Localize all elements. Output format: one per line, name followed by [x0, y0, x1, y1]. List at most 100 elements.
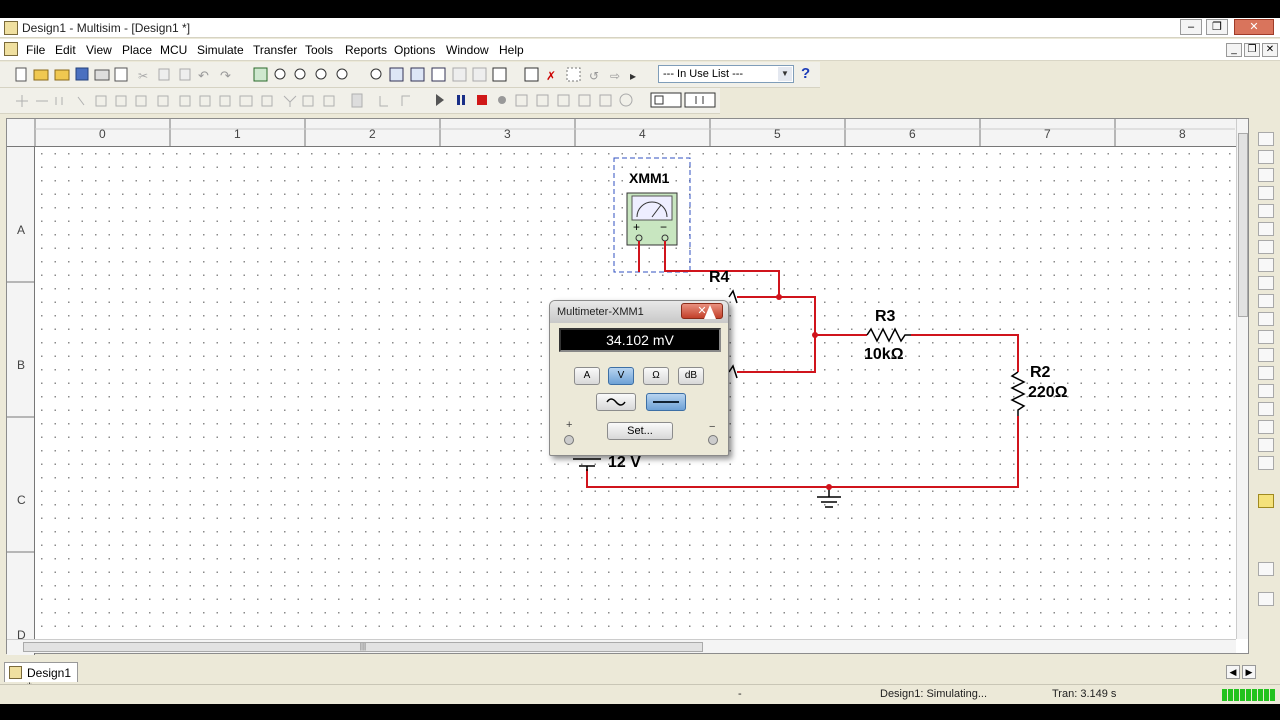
function-generator-tool-icon[interactable]: [1258, 150, 1274, 164]
multimeter-close-button[interactable]: ✕: [681, 303, 723, 319]
current-probe-tool-icon[interactable]: [1258, 562, 1274, 576]
spectrum-analyzer-tool-icon[interactable]: [1258, 348, 1274, 362]
fullscreen-icon[interactable]: [253, 67, 268, 82]
zoom-out-icon[interactable]: [294, 68, 306, 80]
analysis-icon[interactable]: [684, 92, 716, 108]
undo-icon[interactable]: ↶: [198, 68, 209, 83]
multimeter-dialog[interactable]: Multimeter-XMM1 ✕ 34.102 mV A V Ω dB Set…: [549, 300, 729, 456]
pause-at-next-icon[interactable]: [498, 96, 506, 104]
resistor-r2[interactable]: [1010, 371, 1026, 416]
breadboard-icon[interactable]: [524, 67, 539, 82]
help-icon[interactable]: ?: [801, 65, 810, 82]
probe-tool-icon[interactable]: [1258, 592, 1274, 606]
back-annotate-icon[interactable]: ↺: [589, 69, 599, 83]
menu-window[interactable]: Window: [446, 43, 489, 57]
agilent-generator-tool-icon[interactable]: [1258, 384, 1274, 398]
ac-mode-button[interactable]: [596, 393, 636, 411]
frequency-counter-tool-icon[interactable]: [1258, 240, 1274, 254]
erc-clear-icon[interactable]: [566, 67, 581, 82]
menu-view[interactable]: View: [86, 43, 112, 57]
dc-mode-button[interactable]: [646, 393, 686, 411]
save-icon[interactable]: [75, 67, 89, 81]
zoom-fit-icon[interactable]: [336, 68, 348, 80]
find-icon[interactable]: [370, 68, 382, 80]
open-sample-icon[interactable]: [54, 69, 70, 81]
labview-tool-icon[interactable]: [1258, 494, 1274, 508]
print-preview-icon[interactable]: [114, 67, 128, 82]
resistor-r4[interactable]: [728, 289, 738, 304]
zoom-in-icon[interactable]: [274, 68, 286, 80]
network-analyzer-tool-icon[interactable]: [1258, 366, 1274, 380]
separator-icons[interactable]: [351, 93, 410, 108]
document-icon[interactable]: [4, 42, 18, 56]
in-use-list-select[interactable]: --- In Use List --- ▼: [658, 65, 794, 83]
forward-annotate-icon[interactable]: ⇨: [610, 69, 620, 83]
erc-icon[interactable]: ✗: [546, 69, 556, 83]
menu-file[interactable]: File: [26, 43, 45, 57]
new-icon[interactable]: [15, 67, 27, 82]
pause-icon[interactable]: [457, 95, 465, 105]
menu-place[interactable]: Place: [122, 43, 152, 57]
vertical-scrollbar[interactable]: [1236, 119, 1248, 639]
component-wizard-icon[interactable]: [452, 67, 467, 82]
vertical-scroll-thumb[interactable]: [1238, 133, 1248, 317]
menu-edit[interactable]: Edit: [55, 43, 76, 57]
paste-icon[interactable]: [179, 68, 191, 81]
copy-icon[interactable]: [158, 68, 170, 81]
menu-help[interactable]: Help: [499, 43, 524, 57]
minus-terminal-icon[interactable]: [708, 435, 718, 445]
menu-tools[interactable]: Tools: [305, 43, 333, 57]
word-generator-tool-icon[interactable]: [1258, 258, 1274, 272]
minimize-button[interactable]: –: [1180, 19, 1202, 35]
iv-analyzer-tool-icon[interactable]: [1258, 312, 1274, 326]
ohmmeter-mode-button[interactable]: Ω: [643, 367, 669, 385]
spreadsheet-icon[interactable]: [389, 67, 404, 82]
redo-icon[interactable]: ↷: [220, 68, 232, 83]
distortion-analyzer-tool-icon[interactable]: [1258, 330, 1274, 344]
ammeter-mode-button[interactable]: A: [574, 367, 600, 385]
multimeter-tool-icon[interactable]: [1258, 132, 1274, 146]
oscilloscope-tool-icon[interactable]: [1258, 186, 1274, 200]
resistor-r1[interactable]: [728, 364, 738, 379]
transfer-icon[interactable]: ▸: [630, 69, 636, 83]
plus-terminal-icon[interactable]: [564, 435, 574, 445]
database-icon[interactable]: [410, 67, 425, 82]
stop-icon[interactable]: [477, 95, 487, 105]
cut-icon[interactable]: ✂: [138, 69, 148, 83]
logic-converter-tool-icon[interactable]: [1258, 294, 1274, 308]
open-icon[interactable]: [33, 69, 49, 81]
grapher-icon[interactable]: [492, 67, 507, 82]
mdi-close-button[interactable]: ✕: [1262, 43, 1278, 57]
zoom-area-icon[interactable]: [315, 68, 327, 80]
menu-options[interactable]: Options: [394, 43, 435, 57]
mdi-restore-button[interactable]: ❐: [1244, 43, 1260, 57]
print-icon[interactable]: [94, 69, 110, 81]
wattmeter-tool-icon[interactable]: [1258, 168, 1274, 182]
probe-icon[interactable]: [650, 92, 682, 108]
tab-scroll-left-icon[interactable]: ◀: [1226, 665, 1240, 679]
postprocessor-icon[interactable]: [472, 67, 487, 82]
bode-plotter-tool-icon[interactable]: [1258, 222, 1274, 236]
components-toolbar-icons[interactable]: [16, 95, 335, 107]
menu-mcu[interactable]: MCU: [160, 43, 187, 57]
agilent-multimeter-tool-icon[interactable]: [1258, 402, 1274, 416]
restore-button[interactable]: ❐: [1206, 19, 1228, 35]
agilent-scope-tool-icon[interactable]: [1258, 420, 1274, 434]
grid-icon[interactable]: [431, 67, 446, 82]
tektronix-scope-tool-icon[interactable]: [1258, 438, 1274, 452]
menu-simulate[interactable]: Simulate: [197, 43, 244, 57]
mdi-minimize-button[interactable]: _: [1226, 43, 1242, 57]
voltmeter-mode-button[interactable]: V: [608, 367, 634, 385]
horizontal-scroll-thumb[interactable]: |||: [23, 642, 703, 652]
step-icons[interactable]: [515, 93, 633, 107]
settings-button[interactable]: Set...: [607, 422, 673, 440]
tab-scroll-right-icon[interactable]: ▶: [1242, 665, 1256, 679]
decibel-mode-button[interactable]: dB: [678, 367, 704, 385]
run-icon[interactable]: [436, 94, 444, 106]
menu-transfer[interactable]: Transfer: [253, 43, 297, 57]
four-channel-scope-tool-icon[interactable]: [1258, 204, 1274, 218]
tab-design1[interactable]: Design1 *: [4, 662, 78, 694]
logic-analyzer-tool-icon[interactable]: [1258, 276, 1274, 290]
resistor-r3[interactable]: [866, 327, 911, 343]
menu-reports[interactable]: Reports: [345, 43, 387, 57]
